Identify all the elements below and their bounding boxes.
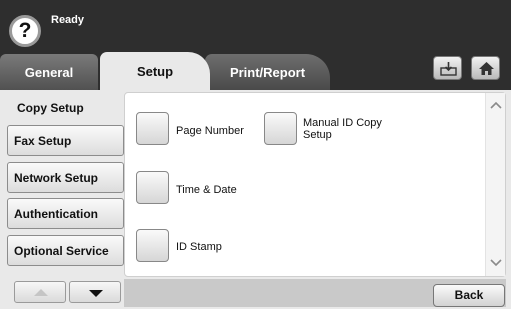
sidebar-item-authentication[interactable]: Authentication <box>7 198 124 229</box>
home-icon <box>479 62 494 75</box>
status-text: Ready <box>51 14 85 26</box>
sidebar-item-fax-setup[interactable]: Fax Setup <box>7 125 124 156</box>
download-tray-button[interactable] <box>433 56 462 80</box>
options-scrollbar[interactable] <box>485 93 505 276</box>
sidebar-item-copy-setup[interactable]: Copy Setup <box>11 92 128 123</box>
id-stamp-label: ID Stamp <box>176 241 222 253</box>
sidebar-item-network-setup[interactable]: Network Setup <box>7 162 124 193</box>
tab-setup[interactable]: Setup <box>100 52 210 90</box>
home-button[interactable] <box>471 56 500 80</box>
help-icon[interactable]: ? <box>9 15 41 47</box>
setup-body: Copy Setup Fax Setup Network Setup Authe… <box>0 90 511 309</box>
chevron-up-icon[interactable] <box>488 97 504 113</box>
id-stamp-button[interactable] <box>136 229 169 262</box>
sidebar-item-optional-service[interactable]: Optional Service <box>7 235 124 266</box>
page-number-button[interactable] <box>136 112 169 145</box>
chevron-down-icon[interactable] <box>488 255 504 271</box>
tab-bar: General Print/Report Setup <box>0 49 511 90</box>
arrow-down-icon <box>89 290 103 297</box>
page-number-label: Page Number <box>176 125 244 137</box>
options-panel: Page Number Manual ID Copy Setup Time & … <box>124 92 506 277</box>
header-bar: ? Ready General Print/Report Setup <box>0 0 511 90</box>
manual-id-copy-setup-label: Manual ID Copy Setup <box>303 117 382 141</box>
sidebar-scroll-up-button[interactable] <box>14 281 66 303</box>
manual-id-copy-setup-button[interactable] <box>264 112 297 145</box>
setup-screen: ? Ready General Print/Report Setup Copy … <box>0 0 511 309</box>
time-date-label: Time & Date <box>176 184 237 196</box>
sidebar-scroll-down-button[interactable] <box>69 281 121 303</box>
tab-general[interactable]: General <box>0 54 98 90</box>
tab-print-report[interactable]: Print/Report <box>205 54 330 90</box>
arrow-up-icon <box>34 289 48 296</box>
download-tray-icon <box>440 62 457 76</box>
time-date-button[interactable] <box>136 171 169 204</box>
back-button[interactable]: Back <box>433 284 505 307</box>
